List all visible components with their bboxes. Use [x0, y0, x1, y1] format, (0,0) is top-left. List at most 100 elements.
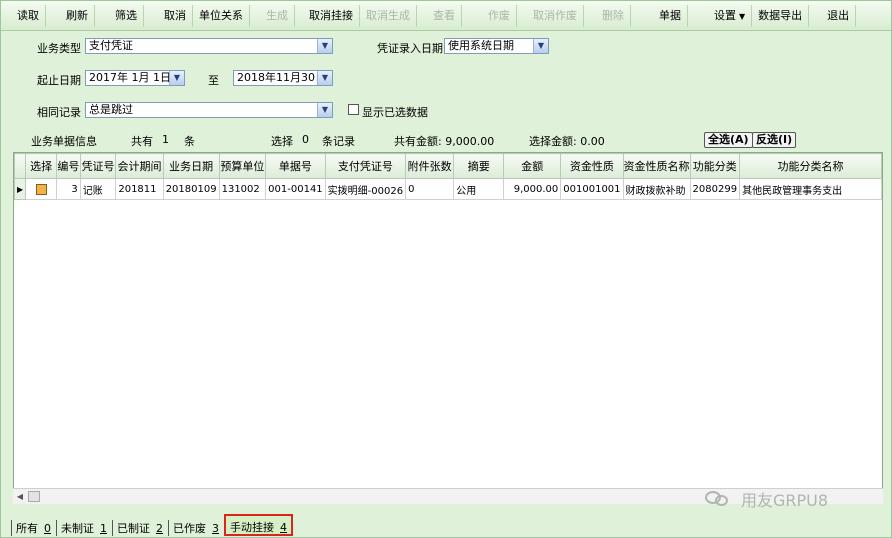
data-grid[interactable]: 选择 编号 凭证号 会计期间 业务日期 预算单位 单据号 支付凭证号 附件张数 … [13, 152, 883, 504]
biz-type-value: 支付凭证 [89, 39, 133, 52]
col-header[interactable]: 摘要 [453, 153, 505, 179]
selected-count: 0 [302, 133, 309, 146]
total-prefix: 共有 [131, 135, 153, 148]
cancel-link-button[interactable]: 取消挂接 [303, 4, 360, 27]
col-header[interactable]: 业务日期 [162, 153, 220, 179]
tab-count: 2 [156, 522, 163, 535]
end-date-picker[interactable]: 2018年11月30日 ▼ [233, 70, 333, 86]
tab-label: 已作废 [173, 522, 206, 535]
table-row[interactable]: ▶ 3 记账 201811 20180109 131002 001-00141 … [14, 178, 882, 200]
total-suffix: 条 [184, 135, 195, 148]
tab-unvouchered[interactable]: 未制证 1 [56, 520, 111, 536]
same-record-combo[interactable]: 总是跳过 ▼ [85, 102, 333, 118]
col-header[interactable]: 会计期间 [115, 153, 164, 179]
cell-amount: 9,000.00 [503, 178, 562, 200]
biz-type-combo[interactable]: 支付凭证 ▼ [85, 38, 333, 54]
filter-button[interactable]: 筛选 [109, 4, 144, 27]
export-button[interactable]: 数据导出 [752, 4, 810, 27]
tab-manual-link[interactable]: 手动挂接 4 [224, 514, 293, 536]
total-count: 1 [162, 133, 169, 146]
row-header-corner [14, 153, 27, 179]
dropdown-arrow-icon[interactable]: ▼ [169, 71, 184, 85]
void-button[interactable]: 作废 [482, 4, 517, 27]
tab-count: 4 [280, 521, 287, 534]
biz-type-label: 业务类型 [37, 42, 81, 55]
voucher-date-combo[interactable]: 使用系统日期 ▼ [444, 38, 549, 54]
select-all-button[interactable]: 全选(A) [704, 132, 753, 148]
selected-amount: 选择金额: 0.00 [529, 135, 605, 148]
col-header[interactable]: 附件张数 [405, 153, 455, 179]
dropdown-arrow-icon[interactable]: ▼ [317, 103, 332, 117]
refresh-button[interactable]: 刷新 [60, 4, 95, 27]
tab-voided[interactable]: 已作废 3 [168, 520, 223, 536]
tab-label: 所有 [16, 522, 38, 535]
dropdown-arrow-icon[interactable]: ▼ [317, 39, 332, 53]
cell-fund-type-name: 财政拨款补助 [622, 178, 691, 200]
same-record-value: 总是跳过 [89, 103, 133, 116]
settings-button[interactable]: 设置 ▼ [708, 4, 753, 27]
cell-attachments: 0 [405, 178, 455, 200]
tab-count: 0 [44, 522, 51, 535]
info-label: 业务单据信息 [31, 135, 97, 148]
delete-button[interactable]: 删除 [596, 4, 631, 27]
read-button[interactable]: 读取 [11, 4, 46, 27]
tab-count: 1 [100, 522, 107, 535]
cell-period: 201811 [115, 178, 164, 200]
col-header[interactable]: 预算单位 [218, 153, 267, 179]
col-header[interactable]: 凭证号 [79, 153, 117, 179]
cancel-void-button[interactable]: 取消作废 [527, 4, 584, 27]
date-range-label: 起止日期 [37, 74, 81, 87]
settings-label: 设置 [714, 8, 736, 22]
tab-label: 手动挂接 [230, 521, 274, 534]
grid-header-row: 选择 编号 凭证号 会计期间 业务日期 预算单位 单据号 支付凭证号 附件张数 … [14, 153, 882, 179]
cell-func-class-name: 其他民政管理事务支出 [739, 178, 882, 200]
document-button[interactable]: 单据 [653, 4, 688, 27]
unit-relation-button[interactable]: 单位关系 [193, 4, 250, 27]
start-date-picker[interactable]: 2017年 1月 1日 ▼ [85, 70, 185, 86]
cell-unit: 131002 [218, 178, 267, 200]
col-header[interactable]: 资金性质名称 [622, 153, 691, 179]
toolbar: 读取 刷新 筛选 取消 单位关系 生成 取消挂接 取消生成 查看 作废 取消作废… [1, 1, 891, 31]
col-header[interactable]: 单据号 [265, 153, 326, 179]
status-tabs: 所有 0 未制证 1 已制证 2 已作废 3 手动挂接 4 [11, 514, 294, 536]
show-selected-checkbox[interactable] [348, 104, 359, 115]
start-date-value: 2017年 1月 1日 [89, 71, 171, 84]
scroll-left-icon[interactable]: ◀ [13, 489, 27, 504]
col-header[interactable]: 功能分类 [689, 153, 741, 179]
dropdown-arrow-icon[interactable]: ▼ [317, 71, 332, 85]
voucher-date-value: 使用系统日期 [448, 39, 514, 52]
scroll-thumb[interactable] [28, 491, 40, 502]
col-header[interactable]: 资金性质 [560, 153, 624, 179]
caret-down-icon: ▼ [739, 11, 746, 21]
col-header[interactable]: 选择 [25, 153, 57, 179]
cell-pay-voucher: 实拨明细-00026 [324, 178, 407, 200]
tab-label: 未制证 [61, 522, 94, 535]
show-selected-label: 显示已选数据 [362, 106, 428, 119]
dropdown-arrow-icon[interactable]: ▼ [533, 39, 548, 53]
row-checkbox[interactable] [35, 183, 47, 195]
col-header[interactable]: 编号 [56, 153, 81, 179]
same-record-label: 相同记录 [37, 106, 81, 119]
cell-no: 3 [56, 178, 81, 200]
total-amount: 共有金额: 9,000.00 [394, 135, 495, 148]
cancel-button[interactable]: 取消 [158, 4, 193, 27]
exit-button[interactable]: 退出 [821, 4, 857, 27]
cell-func-class: 2080299 [689, 178, 741, 200]
generate-button[interactable]: 生成 [260, 4, 295, 27]
tab-all[interactable]: 所有 0 [11, 520, 55, 536]
selected-suffix: 条记录 [322, 135, 355, 148]
view-button[interactable]: 查看 [427, 4, 462, 27]
col-header[interactable]: 金额 [503, 153, 562, 179]
col-header[interactable]: 功能分类名称 [739, 153, 882, 179]
tab-label: 已制证 [117, 522, 150, 535]
end-date-value: 2018年11月30日 [237, 71, 326, 84]
tab-vouchered[interactable]: 已制证 2 [112, 520, 167, 536]
col-header[interactable]: 支付凭证号 [324, 153, 407, 179]
cancel-generate-button[interactable]: 取消生成 [360, 4, 417, 27]
invert-select-button[interactable]: 反选(I) [752, 132, 797, 148]
watermark: 用友GRPU8 [705, 488, 828, 510]
select-cell[interactable] [25, 178, 57, 200]
to-label: 至 [208, 74, 219, 87]
voucher-date-label: 凭证录入日期 [377, 42, 443, 55]
wechat-icon [705, 489, 731, 509]
